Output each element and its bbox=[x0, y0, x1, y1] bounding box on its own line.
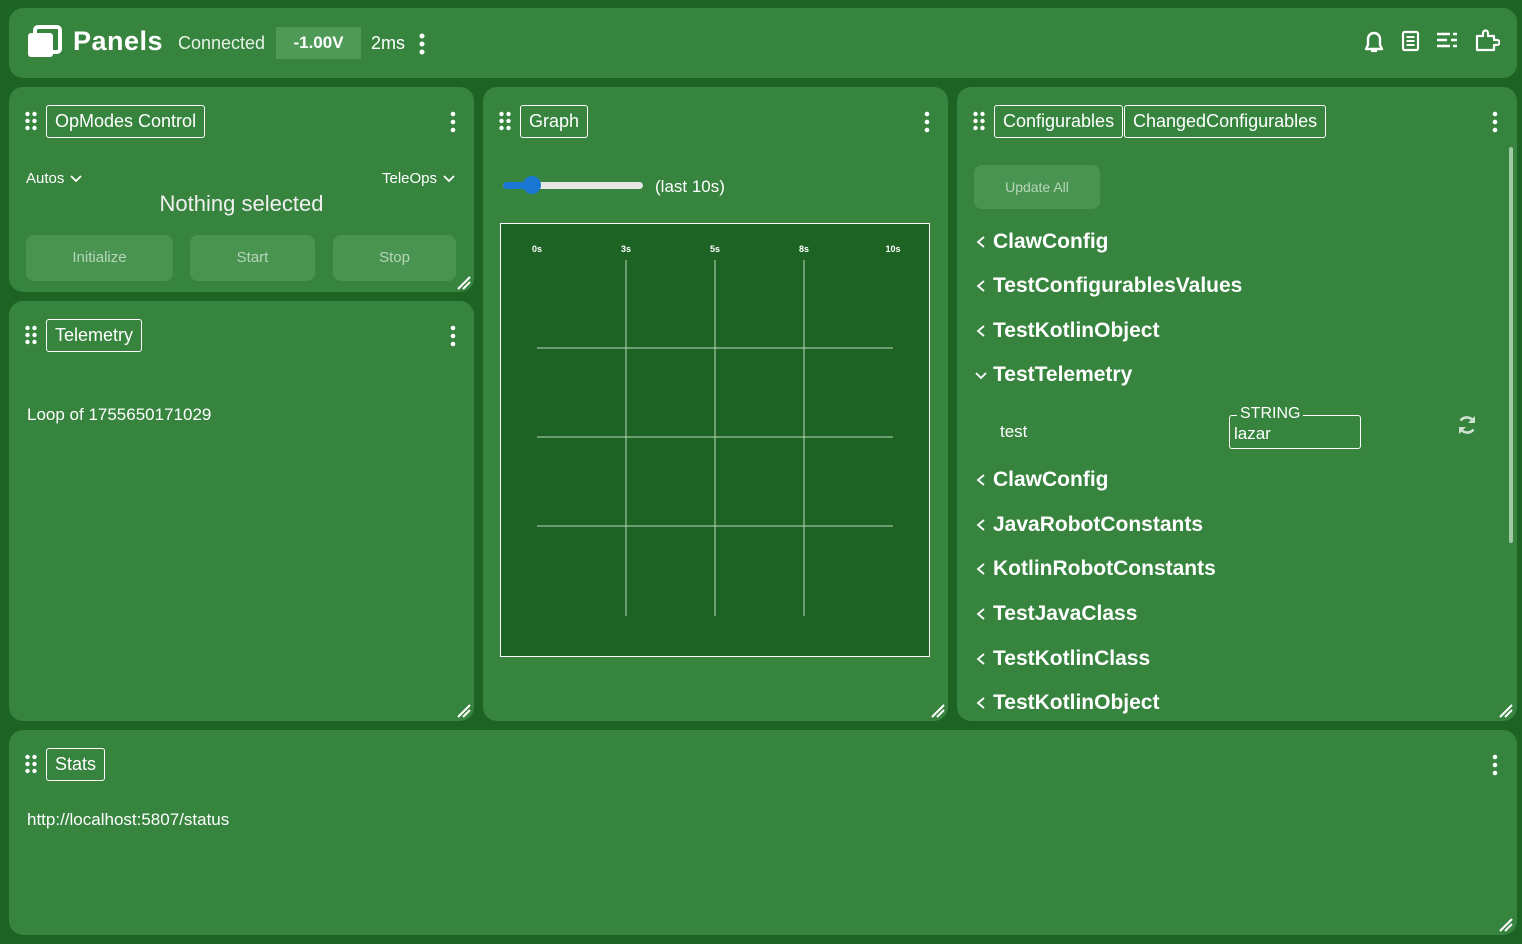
config-group-item[interactable]: TestKotlinClass bbox=[975, 647, 1150, 671]
chevron-left-icon bbox=[976, 474, 985, 486]
tab-graph[interactable]: Graph bbox=[520, 105, 589, 138]
autos-dropdown[interactable]: Autos bbox=[26, 170, 82, 187]
stats-url: http://localhost:5807/status bbox=[27, 810, 230, 829]
panel-more-icon[interactable] bbox=[449, 111, 457, 133]
configurables-panel: Configurables ChangedConfigurables Updat… bbox=[957, 87, 1517, 721]
header-more-icon[interactable] bbox=[415, 32, 429, 56]
teleops-dropdown-label: TeleOps bbox=[382, 170, 438, 187]
config-group-item[interactable]: ClawConfig bbox=[975, 468, 1109, 492]
refresh-icon[interactable] bbox=[1455, 413, 1479, 437]
x-tick-label: 0s bbox=[532, 244, 542, 254]
plugin-icon[interactable] bbox=[1474, 28, 1500, 54]
panel-more-icon[interactable] bbox=[449, 325, 457, 347]
stop-button[interactable]: Stop bbox=[333, 235, 456, 281]
time-range-label: (last 10s) bbox=[655, 177, 725, 196]
panel-more-icon[interactable] bbox=[923, 111, 931, 133]
config-group-item[interactable]: TestKotlinObject bbox=[975, 319, 1159, 343]
x-tick-label: 10s bbox=[885, 244, 900, 254]
chevron-down-icon bbox=[443, 175, 455, 183]
notification-bell-icon[interactable] bbox=[1361, 28, 1387, 54]
top-bar: Panels Connected -1.00V 2ms bbox=[9, 8, 1517, 78]
config-group-label: TestKotlinObject bbox=[993, 691, 1160, 714]
chevron-left-icon bbox=[976, 280, 985, 292]
app-title: Panels bbox=[73, 26, 164, 56]
config-group-label: JavaRobotConstants bbox=[993, 513, 1204, 536]
time-range-slider-thumb[interactable] bbox=[523, 176, 541, 194]
chevron-down-icon bbox=[70, 175, 82, 183]
resize-handle-icon[interactable] bbox=[456, 275, 472, 291]
x-tick-label: 5s bbox=[710, 244, 720, 254]
document-icon[interactable] bbox=[1398, 28, 1424, 54]
config-group-label: TestConfigurablesValues bbox=[993, 274, 1243, 297]
tab-opmodes-control[interactable]: OpModes Control bbox=[46, 105, 206, 138]
opmodes-control-panel: OpModes Control Autos TeleOps Nothing se… bbox=[9, 87, 474, 292]
config-field-value: lazar bbox=[1234, 424, 1271, 443]
resize-handle-icon[interactable] bbox=[1498, 917, 1514, 933]
panel-more-icon[interactable] bbox=[1491, 754, 1499, 776]
config-group-label: TestKotlinClass bbox=[993, 647, 1151, 670]
panels-logo-icon bbox=[28, 25, 62, 57]
start-button[interactable]: Start bbox=[190, 235, 315, 281]
x-tick-label: 8s bbox=[799, 244, 809, 254]
config-group-item[interactable]: JavaRobotConstants bbox=[975, 513, 1203, 537]
config-group-label: ClawConfig bbox=[993, 230, 1109, 253]
resize-handle-icon[interactable] bbox=[1498, 703, 1514, 719]
chevron-left-icon bbox=[976, 325, 985, 337]
config-group-label: TestTelemetry bbox=[993, 363, 1133, 386]
config-group-label: ClawConfig bbox=[993, 468, 1109, 491]
config-field-name: test bbox=[1000, 422, 1028, 441]
panel-more-icon[interactable] bbox=[1491, 111, 1499, 133]
config-group-item[interactable]: TestConfigurablesValues bbox=[975, 274, 1242, 298]
tab-telemetry[interactable]: Telemetry bbox=[46, 319, 143, 352]
chevron-left-icon bbox=[976, 563, 985, 575]
config-group-item[interactable]: TestKotlinObject bbox=[975, 691, 1159, 715]
tab-stats[interactable]: Stats bbox=[46, 748, 106, 781]
drag-handle-icon[interactable] bbox=[972, 111, 986, 131]
config-group-item[interactable]: ClawConfig bbox=[975, 230, 1109, 254]
connection-status: Connected bbox=[178, 33, 266, 53]
tab-changed-configurables[interactable]: ChangedConfigurables bbox=[1124, 105, 1327, 138]
drag-handle-icon[interactable] bbox=[24, 754, 38, 774]
drag-handle-icon[interactable] bbox=[498, 111, 512, 131]
telemetry-panel: Telemetry Loop of 1755650171029 bbox=[9, 301, 474, 721]
config-group-label: KotlinRobotConstants bbox=[993, 557, 1216, 580]
teleops-dropdown[interactable]: TeleOps bbox=[382, 170, 455, 187]
resize-handle-icon[interactable] bbox=[930, 703, 946, 719]
chevron-left-icon bbox=[976, 697, 985, 709]
graph-chart: 0s 3s 5s 8s 10s bbox=[532, 244, 901, 616]
list-settings-icon[interactable] bbox=[1434, 28, 1460, 54]
telemetry-line: Loop of 1755650171029 bbox=[27, 405, 212, 424]
chevron-left-icon bbox=[976, 519, 985, 531]
config-group-label: TestJavaClass bbox=[993, 602, 1138, 625]
config-field-type-label: STRING bbox=[1237, 405, 1304, 423]
graph-plot-area[interactable]: 0s 3s 5s 8s 10s bbox=[500, 223, 930, 657]
update-all-button[interactable]: Update All bbox=[974, 165, 1100, 209]
autos-dropdown-label: Autos bbox=[26, 170, 65, 187]
drag-handle-icon[interactable] bbox=[24, 111, 38, 131]
initialize-button[interactable]: Initialize bbox=[26, 235, 173, 281]
x-tick-label: 3s bbox=[621, 244, 631, 254]
vertical-scrollbar[interactable] bbox=[1509, 147, 1513, 543]
resize-handle-icon[interactable] bbox=[456, 703, 472, 719]
chevron-left-icon bbox=[976, 653, 985, 665]
graph-panel: Graph (last 10s) 0s 3s 5s 8s 10s bbox=[483, 87, 948, 721]
chevron-left-icon bbox=[976, 608, 985, 620]
stats-panel: Stats http://localhost:5807/status bbox=[9, 730, 1517, 935]
chevron-left-icon bbox=[976, 236, 985, 248]
selected-opmode-status: Nothing selected bbox=[159, 191, 324, 216]
drag-handle-icon[interactable] bbox=[24, 325, 38, 345]
tab-configurables[interactable]: Configurables bbox=[994, 105, 1124, 138]
latency-readout: 2ms bbox=[371, 33, 406, 53]
config-group-label: TestKotlinObject bbox=[993, 319, 1160, 342]
battery-voltage-badge: -1.00V bbox=[276, 27, 361, 59]
config-group-item-expanded[interactable]: TestTelemetry bbox=[975, 363, 1132, 387]
config-group-item[interactable]: TestJavaClass bbox=[975, 602, 1137, 626]
chevron-down-icon bbox=[975, 372, 987, 380]
config-group-item[interactable]: KotlinRobotConstants bbox=[975, 557, 1216, 581]
